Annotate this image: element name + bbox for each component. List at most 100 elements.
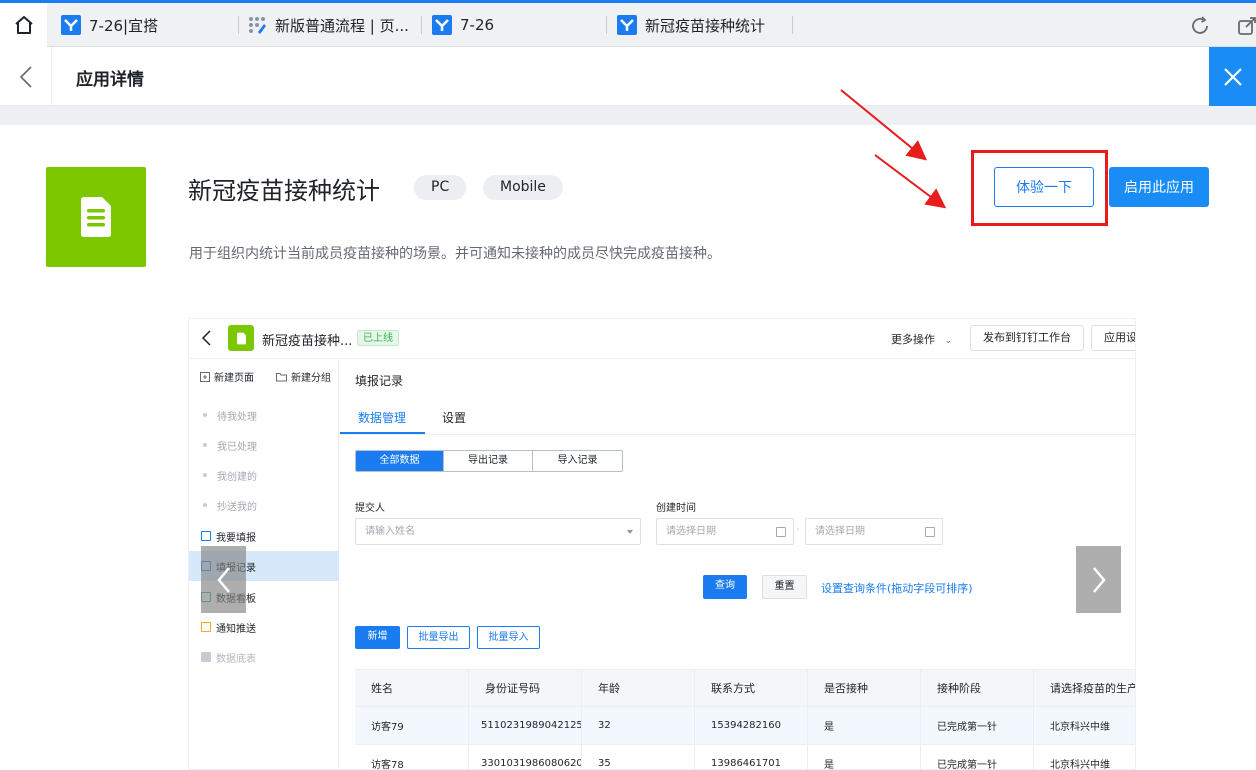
tab-divider <box>238 16 239 34</box>
chevron-down-icon: ⌄ <box>944 336 953 346</box>
table-cell: 35 <box>582 745 695 769</box>
publish-button: 发布到钉钉工作台 <box>970 325 1084 351</box>
folder-icon <box>276 372 287 381</box>
app-title: 新冠疫苗接种统计 <box>188 177 380 205</box>
records-segmented-control: 全部数据 导出记录 导入记录 <box>355 450 623 472</box>
app-description: 用于组织内统计当前成员疫苗接种的场景。并可通知未接种的成员尽快完成疫苗接种。 <box>189 246 721 262</box>
carousel-next-button[interactable] <box>1076 546 1121 613</box>
caret-down-icon <box>627 530 633 534</box>
popout-icon[interactable] <box>1236 15 1256 37</box>
refresh-icon[interactable] <box>1189 15 1211 37</box>
preview-screenshot: 新冠疫苗接种... 已上线 更多操作 ⌄ 发布到钉钉工作台 应用设 新建页面 新… <box>188 318 1136 770</box>
table-cell: 511023198904212519 <box>469 707 582 744</box>
header-gap <box>0 106 1256 125</box>
back-button[interactable] <box>0 47 52 106</box>
chevron-right-icon <box>1092 566 1106 593</box>
yida-logo-icon <box>61 15 81 35</box>
column-header: 接种阶段 <box>921 670 1034 706</box>
new-group-link: 新建分组 <box>276 369 331 384</box>
form-icon <box>201 531 211 541</box>
records-title: 填报记录 <box>355 374 404 388</box>
table-cell: 访客79 <box>355 707 469 744</box>
sidebar-item-label: 待我处理 <box>217 411 257 423</box>
try-button[interactable]: 体验一下 <box>994 167 1094 207</box>
column-header: 是否接种 <box>808 670 921 706</box>
page-title: 应用详情 <box>76 70 144 90</box>
new-page-icon <box>200 371 210 382</box>
bullet-icon <box>203 443 207 447</box>
table-cell: 32 <box>582 707 695 744</box>
sidebar-item-todo: 待我处理 <box>189 400 339 430</box>
sidebar-item-datatable: 数据底表 <box>189 642 339 672</box>
sidebar-item-created: 我创建的 <box>189 460 339 490</box>
table-cell: 330103198608062021 <box>469 745 582 769</box>
chevron-left-icon <box>201 330 211 346</box>
table-row: 访客79 511023198904212519 32 15394282160 是… <box>355 707 1135 745</box>
home-icon <box>14 16 33 34</box>
column-header: 身份证号码 <box>469 670 582 706</box>
yida-logo-icon <box>432 15 452 35</box>
bullet-icon <box>203 413 207 417</box>
process-logo-icon <box>249 17 266 34</box>
sidebar-item-label: 我创建的 <box>217 471 257 483</box>
status-badge: 已上线 <box>357 330 399 346</box>
table-cell: 已完成第一针 <box>921 745 1034 769</box>
browser-tab-3[interactable]: 7-26 <box>432 3 602 47</box>
browser-tab-bar: 7-26|宜搭 新版普通流程 | 页... 7-26 新冠疫苗接种统计 <box>0 0 1256 47</box>
document-icon <box>236 332 246 344</box>
sidebar-item-cc: 抄送我的 <box>189 490 339 520</box>
table-cell: 北京科兴中维 <box>1050 722 1110 733</box>
table-cell: 北京科兴中维 <box>1050 760 1110 770</box>
table-cell: 13986461701 <box>695 745 808 769</box>
browser-tab-1[interactable]: 7-26|宜搭 <box>61 3 231 47</box>
carousel-prev-button[interactable] <box>201 546 246 613</box>
new-group-label: 新建分组 <box>291 373 331 384</box>
calendar-icon <box>925 527 935 537</box>
browser-tab-4-label: 新冠疫苗接种统计 <box>645 16 766 35</box>
preview-main: 填报记录 数据管理 设置 全部数据 导出记录 导入记录 提交人 请输入姓名 创建… <box>340 360 1135 770</box>
submitter-placeholder: 请输入姓名 <box>365 526 415 537</box>
column-header: 联系方式 <box>695 670 808 706</box>
platform-tag-pc: PC <box>414 175 467 200</box>
new-page-link: 新建页面 <box>200 369 254 384</box>
submitter-select: 请输入姓名 <box>355 518 641 545</box>
bullet-icon <box>203 473 207 477</box>
start-date-placeholder: 请选择日期 <box>666 526 716 537</box>
tab-divider <box>421 16 422 34</box>
document-icon <box>81 197 111 237</box>
more-actions-label: 更多操作 <box>891 333 935 346</box>
table-header-row: 姓名 身份证号码 年龄 联系方式 是否接种 接种阶段 请选择疫苗的生产 <box>355 669 1135 707</box>
tab-underline-track <box>340 434 1135 435</box>
calendar-icon <box>776 527 786 537</box>
yida-logo-icon <box>617 15 637 35</box>
home-button[interactable] <box>0 3 47 47</box>
end-date-placeholder: 请选择日期 <box>815 526 865 537</box>
page-header: 应用详情 <box>0 47 1256 106</box>
start-date-input: 请选择日期 <box>656 518 794 545</box>
column-header: 年龄 <box>582 670 695 706</box>
created-time-label: 创建时间 <box>656 503 696 514</box>
app-icon <box>46 167 146 267</box>
sidebar-item-done: 我已处理 <box>189 430 339 460</box>
sidebar-item-label: 通知推送 <box>216 623 256 635</box>
submitter-label: 提交人 <box>355 503 385 514</box>
platform-tag-mobile: Mobile <box>483 175 563 200</box>
browser-tab-1-label: 7-26|宜搭 <box>89 16 159 35</box>
close-button[interactable] <box>1209 47 1256 106</box>
table-cell: 访客78 <box>355 745 469 769</box>
segment-all-data: 全部数据 <box>356 451 444 471</box>
table-cell: 已完成第一针 <box>921 707 1034 744</box>
browser-tab-2[interactable]: 新版普通流程 | 页... <box>247 3 412 47</box>
segment-export-records: 导出记录 <box>444 451 533 471</box>
tab-divider <box>606 16 607 34</box>
sidebar-item-label: 我已处理 <box>217 441 257 453</box>
column-header: 姓名 <box>355 670 469 706</box>
browser-tab-2-label: 新版普通流程 | 页... <box>275 16 409 35</box>
sidebar-item-label: 我要填报 <box>216 532 256 544</box>
enable-app-button[interactable]: 启用此应用 <box>1109 167 1209 207</box>
more-actions-dropdown: 更多操作 ⌄ <box>891 331 952 347</box>
preview-app-name: 新冠疫苗接种... <box>262 334 353 349</box>
tab-divider <box>792 16 793 34</box>
chevron-left-icon <box>19 65 32 88</box>
browser-tab-4[interactable]: 新冠疫苗接种统计 <box>617 3 787 47</box>
